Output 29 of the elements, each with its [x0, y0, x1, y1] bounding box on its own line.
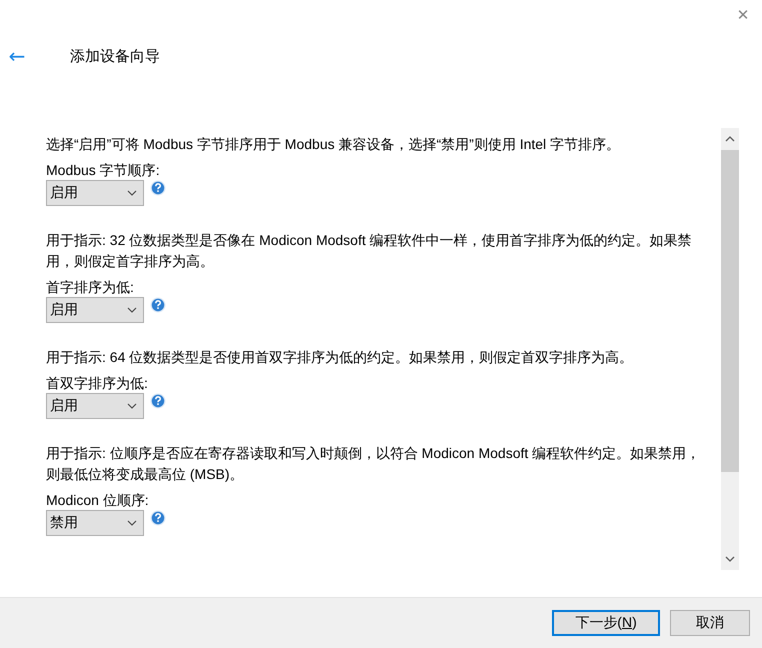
help-icon[interactable]	[150, 510, 166, 526]
scroll-thumb[interactable]	[721, 150, 739, 472]
wizard-title: 添加设备向导	[70, 46, 160, 66]
help-icon[interactable]	[150, 393, 166, 409]
help-icon[interactable]	[150, 297, 166, 313]
scrollbar[interactable]	[721, 128, 739, 570]
field-label: Modicon 位顺序:	[46, 491, 150, 509]
chevron-up-icon[interactable]	[725, 136, 735, 142]
next-button[interactable]: 下一步(N)	[552, 610, 660, 636]
description-text: 用于指示: 64 位数据类型是否使用首双字排序为低的约定。如果禁用，则假定首双字排序为高。	[46, 348, 634, 367]
description-text: 用于指示: 位顺序是否应在寄存器读取和写入时颠倒，以符合 Modicon Modsoft 编程软件约定。如果禁用，则最低位将变成最高位 (MSB)。	[46, 444, 702, 484]
field-label: 首双字排序为低:	[46, 374, 149, 392]
dropdown[interactable]: 禁用	[46, 510, 144, 536]
dropdown[interactable]: 启用	[46, 297, 144, 323]
chevron-down-icon	[127, 307, 137, 313]
description-text: 用于指示: 32 位数据类型是否像在 Modicon Modsoft 编程软件中一样，使用首字排序为低的约定。如果禁用，则假定首字排序为高。	[46, 231, 693, 271]
help-icon[interactable]	[150, 180, 166, 196]
dropdown[interactable]: 启用	[46, 393, 144, 419]
chevron-down-icon	[127, 520, 137, 526]
field-label: Modbus 字节顺序:	[46, 161, 161, 179]
field-label: 首字排序为低:	[46, 278, 135, 296]
chevron-down-icon[interactable]	[725, 556, 735, 562]
back-button[interactable]: ←	[2, 44, 32, 68]
chevron-down-icon	[127, 403, 137, 409]
close-button[interactable]: ✕	[726, 0, 760, 30]
cancel-button[interactable]: 取消	[670, 610, 750, 636]
chevron-down-icon	[127, 190, 137, 196]
dropdown[interactable]: 启用	[46, 180, 144, 206]
description-text: 选择“启用”可将 Modbus 字节排序用于 Modbus 兼容设备，选择“禁用”则使用 Intel 字节排序。	[46, 135, 622, 154]
